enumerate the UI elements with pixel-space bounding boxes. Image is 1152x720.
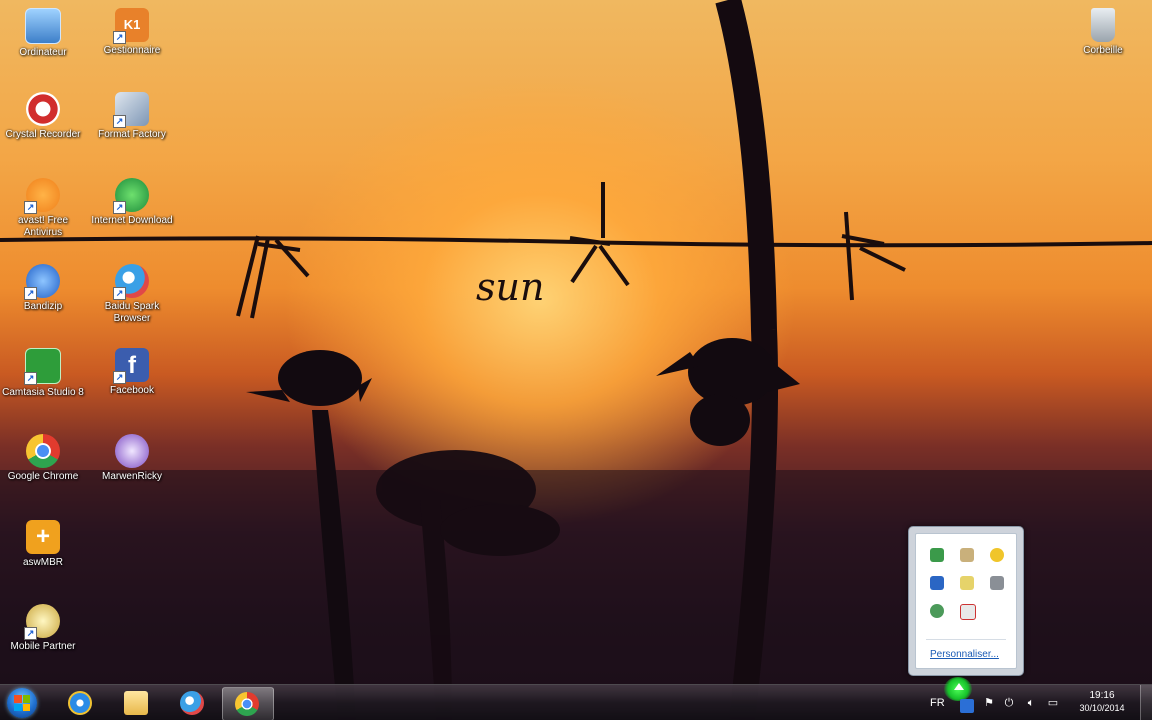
shortcut-arrow-icon: ↗ <box>113 115 126 128</box>
aswmbr-icon: + <box>26 520 60 554</box>
taskbar-baidu-spark[interactable] <box>168 687 218 719</box>
start-button[interactable] <box>4 686 40 720</box>
taskbar-explorer[interactable] <box>112 687 162 719</box>
notification-overflow-panel: Personnaliser... <box>915 533 1017 669</box>
internet-explorer-icon <box>68 691 92 715</box>
network-tray-icon[interactable] <box>930 548 944 562</box>
desktop-icon-computer[interactable]: Ordinateur <box>0 8 86 59</box>
desktop-icon-label: Format Factory <box>98 129 166 140</box>
desktop-icon-gestionnaire[interactable]: K1 ↗ Gestionnaire <box>89 8 175 57</box>
explorer-folder-icon <box>124 691 148 715</box>
notification-area: FR ⚑ ⏻ 🔈︎ ▭ <box>928 677 1078 720</box>
recorder-icon <box>26 92 60 126</box>
desktop-icon-bandizip[interactable]: ↗ Bandizip <box>0 264 86 313</box>
taskbar-internet-explorer[interactable] <box>56 687 106 719</box>
desktop-icon-label: Corbeille <box>1083 45 1123 56</box>
avast-icon: ↗ <box>24 178 60 214</box>
notification-overflow-popup: Personnaliser... <box>908 526 1024 676</box>
app-tray-icon[interactable] <box>960 699 974 713</box>
desktop-icon-crystal-recorder[interactable]: Crystal Recorder <box>0 92 86 141</box>
desktop-icon-avast[interactable]: ↗ avast! Free Antivirus <box>0 178 86 239</box>
windows-flag-icon <box>14 695 30 711</box>
wallpaper-caption: sun <box>476 265 544 309</box>
clock-date: 30/10/2014 <box>1079 703 1125 713</box>
popup-divider <box>926 639 1006 640</box>
internet-download-icon: ↗ <box>113 178 149 214</box>
volume-icon[interactable]: 🔈︎ <box>1024 696 1038 710</box>
shortcut-arrow-icon: ↗ <box>113 371 126 384</box>
camtasia-icon: ↗ <box>24 348 61 385</box>
desktop-icon-facebook[interactable]: f ↗ Facebook <box>89 348 175 397</box>
taskbar-chrome[interactable] <box>222 687 274 720</box>
desktop-icon-label: Crystal Recorder <box>5 129 81 140</box>
desktop-icon-label: Google Chrome <box>7 471 79 482</box>
app-tray-icon[interactable] <box>930 576 944 590</box>
power-icon[interactable]: ⏻ <box>1002 696 1016 710</box>
desktop-icon-camtasia[interactable]: ↗ Camtasia Studio 8 <box>0 348 86 399</box>
people-tray-icon[interactable] <box>930 604 944 618</box>
desktop-icon-label: aswMBR <box>22 557 63 568</box>
record-tray-icon[interactable] <box>960 604 976 620</box>
desktop-icon-label: Internet Download <box>91 215 173 226</box>
desktop-icon-label: Mobile Partner <box>10 641 76 652</box>
chrome-icon <box>26 434 60 468</box>
k1-app-icon: K1 ↗ <box>113 8 149 44</box>
shortcut-arrow-icon: ↗ <box>24 372 37 385</box>
desktop-icon-baidu-spark[interactable]: ↗ Baidu Spark Browser <box>89 264 175 325</box>
desktop-icon-format-factory[interactable]: ↗ Format Factory <box>89 92 175 141</box>
computer-icon <box>25 8 61 44</box>
desktop-icon-mobile-partner[interactable]: ↗ Mobile Partner <box>0 604 86 653</box>
wrench-tray-icon[interactable] <box>960 548 974 562</box>
desktop-icon-marwenricky[interactable]: MarwenRicky <box>89 434 175 483</box>
baidu-spark-icon <box>180 691 204 715</box>
desktop-icon-aswmbr[interactable]: + aswMBR <box>0 520 86 569</box>
smiley-tray-icon[interactable] <box>990 548 1004 562</box>
recycle-bin-icon <box>1091 8 1115 42</box>
desktop-icon-label: Ordinateur <box>19 47 67 58</box>
baidu-spark-icon: ↗ <box>113 264 149 300</box>
desktop-icon-label: avast! Free Antivirus <box>17 215 69 238</box>
user-folder-icon <box>115 434 149 468</box>
desktop-icon-chrome[interactable]: Google Chrome <box>0 434 86 483</box>
desktop-icon-label: Gestionnaire <box>103 45 161 56</box>
shortcut-arrow-icon: ↗ <box>113 31 126 44</box>
facebook-icon: f ↗ <box>113 348 149 384</box>
shortcut-arrow-icon: ↗ <box>113 201 126 214</box>
desktop-icon-label: MarwenRicky <box>101 471 162 482</box>
notes-tray-icon[interactable] <box>960 576 974 590</box>
desktop-icon-label: Facebook <box>110 385 154 396</box>
format-factory-icon: ↗ <box>113 92 149 128</box>
chevron-up-icon <box>954 683 964 690</box>
mobile-partner-icon: ↗ <box>24 604 60 640</box>
desktop-icon-recycle-bin[interactable]: Corbeille <box>1060 8 1146 57</box>
bandizip-icon: ↗ <box>24 264 60 300</box>
shortcut-arrow-icon: ↗ <box>24 627 37 640</box>
settings-tray-icon[interactable] <box>990 576 1004 590</box>
desktop-icon-internet-download[interactable]: ↗ Internet Download <box>89 178 175 227</box>
desktop-icon-label: Camtasia Studio 8 <box>2 387 84 398</box>
show-desktop-button[interactable] <box>1140 685 1152 720</box>
system-clock[interactable]: 19:16 30/10/2014 <box>1074 689 1130 714</box>
taskbar: FR ⚑ ⏻ 🔈︎ ▭ 19:16 30/10/2014 <box>0 677 1152 720</box>
desktop-icon-label: Bandizip <box>23 301 63 312</box>
shortcut-arrow-icon: ↗ <box>24 201 37 214</box>
network-icon[interactable]: ▭ <box>1046 696 1060 710</box>
shortcut-arrow-icon: ↗ <box>113 287 126 300</box>
shortcut-arrow-icon: ↗ <box>24 287 37 300</box>
clock-time: 19:16 <box>1089 690 1115 701</box>
action-center-flag-icon[interactable]: ⚑ <box>982 696 996 710</box>
customize-link[interactable]: Personnaliser... <box>930 649 999 660</box>
desktop-icon-label: Baidu Spark Browser <box>104 301 160 324</box>
chrome-icon <box>235 692 259 716</box>
